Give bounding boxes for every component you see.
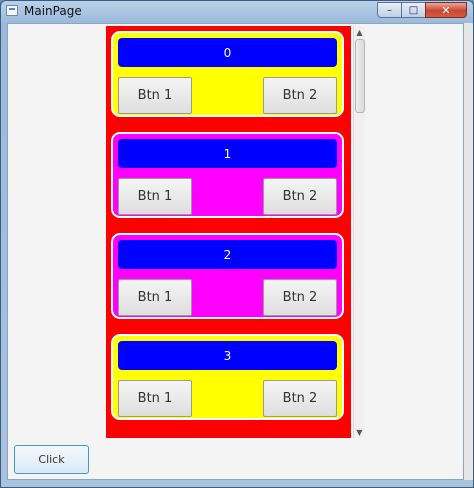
btn-1-button[interactable]: Btn 1 xyxy=(118,380,192,417)
btn-2-button[interactable]: Btn 2 xyxy=(263,178,337,215)
app-window-icon xyxy=(6,5,18,16)
client-area: 0 Btn 1 Btn 2 1 Btn 1 Btn 2 2 Btn 1 Btn … xyxy=(7,23,464,480)
item-header: 2 xyxy=(118,240,337,269)
list-item[interactable]: 2 Btn 1 Btn 2 xyxy=(111,233,344,319)
list-item[interactable]: 0 Btn 1 Btn 2 xyxy=(111,31,344,117)
minimize-button[interactable]: – xyxy=(377,2,402,18)
item-header: 3 xyxy=(118,341,337,370)
list-item[interactable]: 1 Btn 1 Btn 2 xyxy=(111,132,344,218)
window-title: MainPage xyxy=(24,4,82,18)
click-button[interactable]: Click xyxy=(14,445,89,474)
main-window: MainPage – □ ✕ 0 Btn 1 Btn 2 1 Btn 1 Btn… xyxy=(0,0,474,488)
vertical-scrollbar[interactable]: ▲ ▼ xyxy=(353,26,365,438)
btn-1-button[interactable]: Btn 1 xyxy=(118,279,192,316)
btn-2-button[interactable]: Btn 2 xyxy=(263,380,337,417)
window-border-edge xyxy=(464,23,473,480)
btn-1-button[interactable]: Btn 1 xyxy=(118,178,192,215)
close-button[interactable]: ✕ xyxy=(425,2,467,18)
list-item[interactable]: 3 Btn 1 Btn 2 xyxy=(111,334,344,420)
item-header: 0 xyxy=(118,38,337,67)
maximize-button[interactable]: □ xyxy=(401,2,426,18)
btn-2-button[interactable]: Btn 2 xyxy=(263,77,337,114)
item-list[interactable]: 0 Btn 1 Btn 2 1 Btn 1 Btn 2 2 Btn 1 Btn … xyxy=(106,26,351,438)
scroll-up-arrow-icon[interactable]: ▲ xyxy=(354,26,365,38)
btn-1-button[interactable]: Btn 1 xyxy=(118,77,192,114)
btn-2-button[interactable]: Btn 2 xyxy=(263,279,337,316)
scrollbar-thumb[interactable] xyxy=(355,39,365,113)
item-header: 1 xyxy=(118,139,337,168)
window-controls: – □ ✕ xyxy=(377,2,467,18)
title-bar[interactable]: MainPage – □ ✕ xyxy=(1,1,473,21)
scroll-down-arrow-icon[interactable]: ▼ xyxy=(354,426,365,438)
